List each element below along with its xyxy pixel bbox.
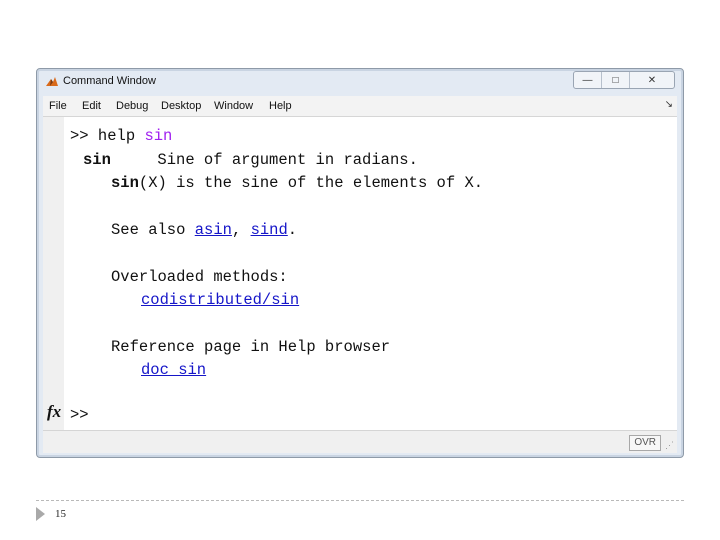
menu-bar: File Edit Debug Desktop Window Help ↘ xyxy=(43,96,677,117)
prompt-symbol: >> xyxy=(70,127,89,145)
console-gutter xyxy=(43,117,64,430)
resize-grip-icon[interactable]: ⋰ xyxy=(665,440,674,451)
close-button[interactable]: ✕ xyxy=(630,72,674,88)
restore-button[interactable]: □ xyxy=(602,72,630,88)
usage-line: sin(X) is the sine of the elements of X. xyxy=(111,174,483,192)
command-line: >> help sin xyxy=(70,127,172,145)
window-title: Command Window xyxy=(63,75,156,87)
overloaded-label: Overloaded methods: xyxy=(111,268,288,286)
usage-description: (X) is the sine of the elements of X. xyxy=(138,174,484,192)
see-also-end: . xyxy=(287,221,298,239)
menu-file[interactable]: File xyxy=(49,100,67,112)
slide-footer-divider xyxy=(36,500,684,501)
reference-label: Reference page in Help browser xyxy=(111,338,391,356)
console-area[interactable]: >> help sin sin Sine of argument in radi… xyxy=(43,117,677,430)
menu-desktop[interactable]: Desktop xyxy=(161,100,201,112)
usage-function: sin xyxy=(111,174,139,192)
reference-link-row: doc sin xyxy=(141,361,206,379)
status-bar: OVR ⋰ xyxy=(43,430,677,453)
title-bar: Command Window — □ ✕ xyxy=(37,69,683,95)
see-also-separator: , xyxy=(231,221,242,239)
see-also-label: See also xyxy=(111,221,186,239)
window-controls: — □ ✕ xyxy=(573,71,675,89)
slide-bullet-arrow-icon xyxy=(36,507,45,521)
final-prompt[interactable]: >> xyxy=(70,406,89,424)
link-sind[interactable]: sind xyxy=(251,221,288,239)
help-header-line: sin Sine of argument in radians. xyxy=(83,151,418,169)
link-codistributed-sin[interactable]: codistributed/sin xyxy=(141,291,299,309)
link-asin[interactable]: asin xyxy=(195,221,232,239)
command-window: Command Window — □ ✕ File Edit Debug Des… xyxy=(36,68,684,458)
link-doc-sin[interactable]: doc sin xyxy=(141,361,206,379)
minimize-button[interactable]: — xyxy=(574,72,602,88)
menu-help[interactable]: Help xyxy=(269,100,292,112)
menu-edit[interactable]: Edit xyxy=(82,100,101,112)
matlab-logo-icon xyxy=(46,77,58,86)
help-function-name: sin xyxy=(83,151,111,169)
slide-page-number: 15 xyxy=(55,508,66,520)
command-word: help xyxy=(97,127,136,145)
menu-window[interactable]: Window xyxy=(214,100,253,112)
command-argument: sin xyxy=(144,127,173,145)
see-also-line: See also asin, sind. xyxy=(111,221,297,239)
help-summary: Sine of argument in radians. xyxy=(157,151,418,169)
function-browser-icon[interactable]: fx xyxy=(47,402,61,422)
overwrite-mode-indicator: OVR xyxy=(629,435,661,451)
overloaded-link-row: codistributed/sin xyxy=(141,291,299,309)
menu-debug[interactable]: Debug xyxy=(116,100,148,112)
undock-arrow-icon[interactable]: ↘ xyxy=(665,99,673,110)
